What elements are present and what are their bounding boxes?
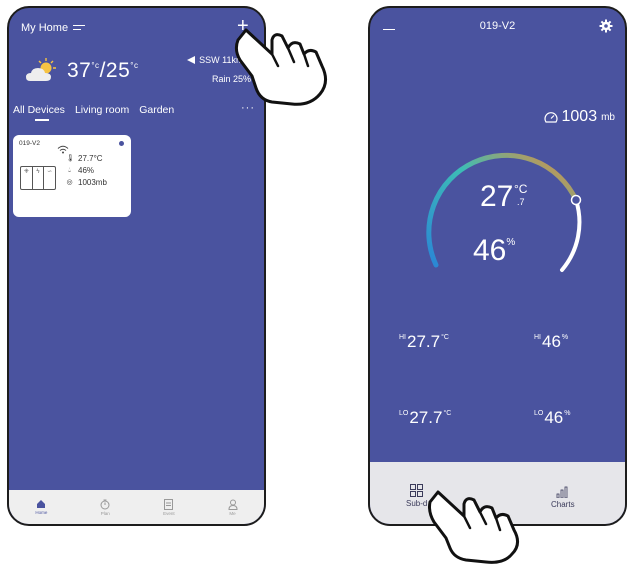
pressure-icon: ◎ <box>66 179 73 186</box>
temp-integer: 27 <box>480 180 514 213</box>
sub-device-button[interactable]: Sub-d <box>406 484 427 508</box>
tab-all-devices[interactable]: All Devices <box>13 104 65 116</box>
user-icon <box>228 499 238 510</box>
temperature-range: 37°c/25°c <box>67 59 139 82</box>
nav-me[interactable]: Me <box>228 499 238 516</box>
device-name: 019-V2 <box>19 140 40 147</box>
hi-temp-unit: °C <box>441 334 449 341</box>
hi-humidity: HI46% <box>534 332 568 352</box>
sunny-cloud-icon <box>26 58 56 81</box>
lo-hum-value: 46 <box>544 408 564 427</box>
home-title-text: My Home <box>21 22 69 34</box>
nav-home-label: Home <box>35 510 48 515</box>
nav-plan[interactable]: Plan <box>100 499 110 516</box>
device-temperature: 27.7°C <box>78 154 103 163</box>
pressure-gauge-icon <box>543 111 558 123</box>
lo-hum-unit: % <box>564 410 571 417</box>
page-title: 019-V2 <box>479 20 516 32</box>
nav-me-label: Me <box>229 510 236 516</box>
pressure-readout: 1003 mb <box>543 108 615 126</box>
menu-icon[interactable] <box>73 24 86 32</box>
hi-hum-label: HI <box>534 334 541 341</box>
humidity-unit: % <box>506 237 516 248</box>
current-temperature: 27 °C .7 <box>480 180 527 214</box>
nav-event-label: Event <box>163 510 175 516</box>
room-tabs: All Devices Living room Garden ··· <box>13 102 263 121</box>
hi-hum-value: 46 <box>542 332 561 351</box>
gear-icon[interactable] <box>599 19 613 33</box>
timer-icon <box>100 499 110 509</box>
tab-living-room[interactable]: Living room <box>75 104 129 116</box>
status-dot <box>119 141 124 146</box>
temp-high: 37 <box>67 59 92 82</box>
temp-low-unit: °c <box>130 61 139 70</box>
home-screen: My Home + 37°c/25°c SSW 11km/h Rain 25% … <box>7 6 266 526</box>
lo-hum-label: LO <box>534 410 544 417</box>
hi-hum-unit: % <box>561 334 569 341</box>
nav-plan-label: Plan <box>100 510 110 516</box>
device-detail-screen: 019-V2 1003 mb 27 °C .7 46% HI27.7°C HI4… <box>368 6 627 526</box>
current-humidity: 46% <box>473 234 515 268</box>
device-thumbnail: ⁜ ϟ ∽ <box>20 166 56 190</box>
temp-high-unit: °c <box>91 61 100 70</box>
pressure-unit: mb <box>601 111 615 123</box>
home-title[interactable]: My Home <box>21 22 86 34</box>
hi-label: HI <box>399 334 406 341</box>
temp-fraction: .7 <box>517 197 525 207</box>
device-pressure: 1003mb <box>78 178 107 187</box>
pointing-hand-icon <box>234 28 327 106</box>
home-icon <box>37 500 46 508</box>
pointing-hand-icon <box>428 490 519 564</box>
lo-label: LO <box>399 410 409 417</box>
grid-icon <box>410 484 424 497</box>
humidity-icon: 💧︎ <box>68 167 71 174</box>
nav-home[interactable]: Home <box>35 499 47 515</box>
document-icon <box>164 498 174 510</box>
lo-humidity: LO46% <box>534 408 571 428</box>
nav-event[interactable]: Event <box>163 498 175 516</box>
active-tab-indicator <box>35 119 49 121</box>
device-humidity: 46% <box>78 166 95 175</box>
wind-direction-icon <box>187 56 196 64</box>
hi-temp: HI27.7°C <box>399 332 449 352</box>
sub-device-label: Sub-d <box>406 499 428 508</box>
charts-button[interactable]: Charts <box>551 486 575 509</box>
bottom-nav: Home Plan Event Me <box>9 490 264 524</box>
humidity-value: 46 <box>473 234 507 267</box>
temp-low: 25 <box>105 59 131 82</box>
lo-temp-unit: °C <box>443 410 452 417</box>
gauge-knob[interactable] <box>570 194 582 206</box>
lo-temp: LO27.7°C <box>399 408 451 428</box>
temp-unit: °C <box>514 182 528 196</box>
bar-chart-icon <box>556 486 568 498</box>
charts-label: Charts <box>551 500 575 509</box>
lo-temp-value: 27.7 <box>409 408 443 427</box>
pressure-value: 1003 <box>561 108 598 125</box>
device-card[interactable]: 019-V2 ⁜ ϟ ∽ 🌡︎ 27.7°C 💧︎ 46% ◎ 1003mb <box>13 135 131 217</box>
tab-garden[interactable]: Garden <box>139 104 174 116</box>
thermometer-icon: 🌡︎ <box>66 155 75 162</box>
hi-temp-value: 27.7 <box>407 332 441 351</box>
device-stats: 🌡︎ 27.7°C 💧︎ 46% ◎ 1003mb <box>66 153 107 189</box>
